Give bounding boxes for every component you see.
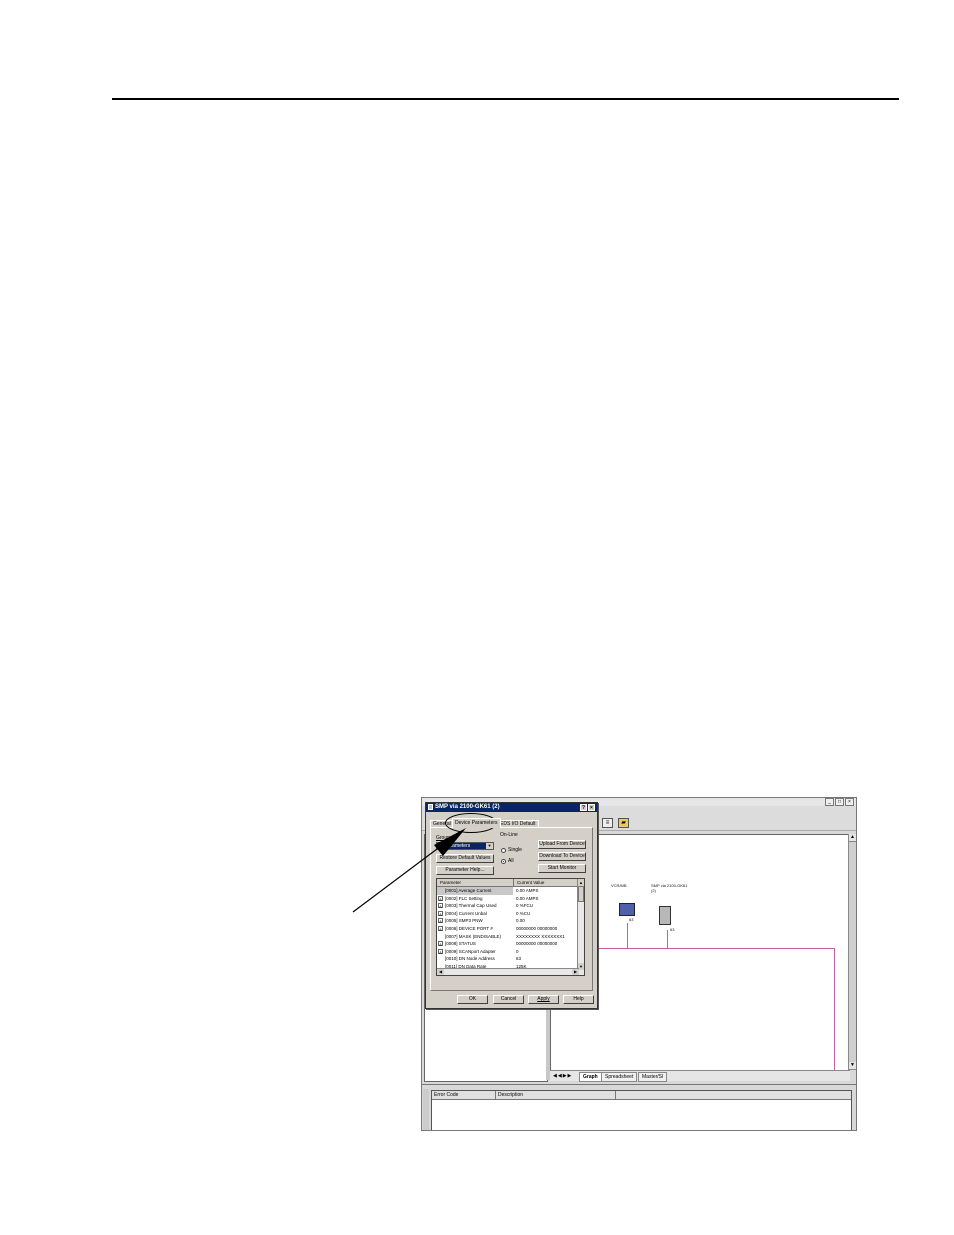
tab-device-parameters[interactable]: Device Parameters xyxy=(452,818,501,828)
callout-arrow-icon xyxy=(352,828,466,913)
